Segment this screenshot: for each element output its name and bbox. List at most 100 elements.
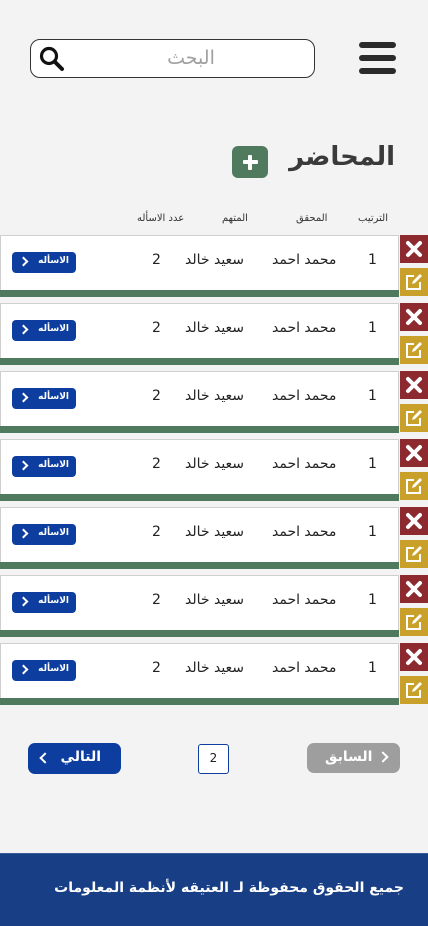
edit-pencil-icon bbox=[406, 478, 422, 494]
hamburger-icon-line bbox=[359, 55, 396, 61]
cell-rank: 1 bbox=[368, 456, 377, 472]
delete-button[interactable] bbox=[400, 371, 428, 399]
questions-button[interactable]: الاسأله bbox=[12, 524, 76, 545]
search-input[interactable] bbox=[76, 40, 306, 76]
column-header-accused: المتهم bbox=[222, 213, 248, 224]
edit-pencil-icon bbox=[406, 546, 422, 562]
cell-question-count: 2 bbox=[152, 524, 161, 540]
questions-button-label: الاسأله bbox=[38, 664, 69, 674]
cell-accused: سعيد خالد bbox=[185, 524, 245, 540]
cell-accused: سعيد خالد bbox=[185, 660, 245, 676]
edit-button[interactable] bbox=[400, 676, 428, 704]
close-x-icon bbox=[406, 309, 422, 325]
hamburger-icon-line bbox=[359, 42, 396, 48]
cell-investigator: محمد احمد bbox=[272, 388, 337, 404]
cell-investigator: محمد احمد bbox=[272, 320, 337, 336]
row-accent-bar bbox=[0, 630, 399, 637]
chevron-right-icon bbox=[18, 392, 29, 403]
cell-rank: 1 bbox=[368, 320, 377, 336]
add-record-button[interactable] bbox=[232, 146, 268, 178]
edit-pencil-icon bbox=[406, 274, 422, 290]
delete-button[interactable] bbox=[400, 303, 428, 331]
column-header-question-count: عدد الاسأله bbox=[137, 213, 185, 224]
row-card: 1 محمد احمد سعيد خالد 2 الاسأله bbox=[0, 439, 399, 494]
cell-accused: سعيد خالد bbox=[185, 388, 245, 404]
table-row: 1 محمد احمد سعيد خالد 2 الاسأله bbox=[0, 643, 428, 705]
cell-question-count: 2 bbox=[152, 660, 161, 676]
cell-accused: سعيد خالد bbox=[185, 592, 245, 608]
previous-page-label: السابق bbox=[325, 749, 373, 765]
cell-rank: 1 bbox=[368, 388, 377, 404]
cell-rank: 1 bbox=[368, 524, 377, 540]
row-accent-bar bbox=[0, 358, 399, 365]
chevron-right-icon bbox=[377, 751, 389, 763]
row-accent-bar bbox=[0, 290, 399, 297]
delete-button[interactable] bbox=[400, 235, 428, 263]
column-header-investigator: المحقق bbox=[296, 213, 328, 224]
row-card: 1 محمد احمد سعيد خالد 2 الاسأله bbox=[0, 303, 399, 358]
cell-accused: سعيد خالد bbox=[185, 320, 245, 336]
delete-button[interactable] bbox=[400, 439, 428, 467]
cell-rank: 1 bbox=[368, 592, 377, 608]
edit-button[interactable] bbox=[400, 404, 428, 432]
questions-button-label: الاسأله bbox=[38, 256, 69, 266]
cell-question-count: 2 bbox=[152, 252, 161, 268]
next-page-label: التالي bbox=[60, 749, 101, 765]
cell-investigator: محمد احمد bbox=[272, 660, 337, 676]
questions-button[interactable]: الاسأله bbox=[12, 320, 76, 341]
edit-pencil-icon bbox=[406, 410, 422, 426]
questions-button[interactable]: الاسأله bbox=[12, 660, 76, 681]
chevron-right-icon bbox=[18, 460, 29, 471]
chevron-left-icon bbox=[39, 752, 51, 764]
row-card: 1 محمد احمد سعيد خالد 2 الاسأله bbox=[0, 235, 399, 290]
current-page-indicator[interactable]: 2 bbox=[198, 744, 229, 774]
questions-button[interactable]: الاسأله bbox=[12, 592, 76, 613]
chevron-right-icon bbox=[18, 664, 29, 675]
delete-button[interactable] bbox=[400, 643, 428, 671]
questions-button-label: الاسأله bbox=[38, 460, 69, 470]
previous-page-button[interactable]: السابق bbox=[307, 743, 400, 773]
cell-question-count: 2 bbox=[152, 456, 161, 472]
questions-button-label: الاسأله bbox=[38, 392, 69, 402]
cell-investigator: محمد احمد bbox=[272, 592, 337, 608]
close-x-icon bbox=[406, 445, 422, 461]
row-accent-bar bbox=[0, 494, 399, 501]
close-x-icon bbox=[406, 649, 422, 665]
chevron-right-icon bbox=[18, 528, 29, 539]
table-row: 1 محمد احمد سعيد خالد 2 الاسأله bbox=[0, 575, 428, 637]
table-row: 1 محمد احمد سعيد خالد 2 الاسأله bbox=[0, 439, 428, 501]
edit-button[interactable] bbox=[400, 608, 428, 636]
cell-question-count: 2 bbox=[152, 388, 161, 404]
column-header-rank: الترتيب bbox=[358, 213, 388, 224]
edit-button[interactable] bbox=[400, 540, 428, 568]
cell-investigator: محمد احمد bbox=[272, 252, 337, 268]
row-card: 1 محمد احمد سعيد خالد 2 الاسأله bbox=[0, 575, 399, 630]
edit-button[interactable] bbox=[400, 268, 428, 296]
cell-question-count: 2 bbox=[152, 320, 161, 336]
next-page-button[interactable]: التالي bbox=[28, 743, 121, 774]
footer: جميع الحقوق محفوظة لـ العتيقه لأنظمة الم… bbox=[0, 853, 428, 926]
search-box bbox=[30, 39, 315, 78]
questions-button[interactable]: الاسأله bbox=[12, 252, 76, 273]
search-icon[interactable] bbox=[39, 46, 65, 72]
edit-pencil-icon bbox=[406, 614, 422, 630]
chevron-right-icon bbox=[18, 596, 29, 607]
questions-button[interactable]: الاسأله bbox=[12, 388, 76, 409]
page-title: المحاضر bbox=[289, 142, 395, 172]
hamburger-icon-line bbox=[359, 68, 396, 74]
close-x-icon bbox=[406, 581, 422, 597]
chevron-right-icon bbox=[18, 324, 29, 335]
questions-button-label: الاسأله bbox=[38, 528, 69, 538]
hamburger-menu-button[interactable] bbox=[359, 42, 396, 74]
edit-button[interactable] bbox=[400, 472, 428, 500]
row-card: 1 محمد احمد سعيد خالد 2 الاسأله bbox=[0, 643, 399, 698]
edit-button[interactable] bbox=[400, 336, 428, 364]
delete-button[interactable] bbox=[400, 507, 428, 535]
table-row: 1 محمد احمد سعيد خالد 2 الاسأله bbox=[0, 235, 428, 297]
questions-button[interactable]: الاسأله bbox=[12, 456, 76, 477]
chevron-right-icon bbox=[18, 256, 29, 267]
footer-copyright: جميع الحقوق محفوظة لـ العتيقه لأنظمة الم… bbox=[54, 880, 404, 896]
delete-button[interactable] bbox=[400, 575, 428, 603]
row-card: 1 محمد احمد سعيد خالد 2 الاسأله bbox=[0, 371, 399, 426]
table-row: 1 محمد احمد سعيد خالد 2 الاسأله bbox=[0, 371, 428, 433]
